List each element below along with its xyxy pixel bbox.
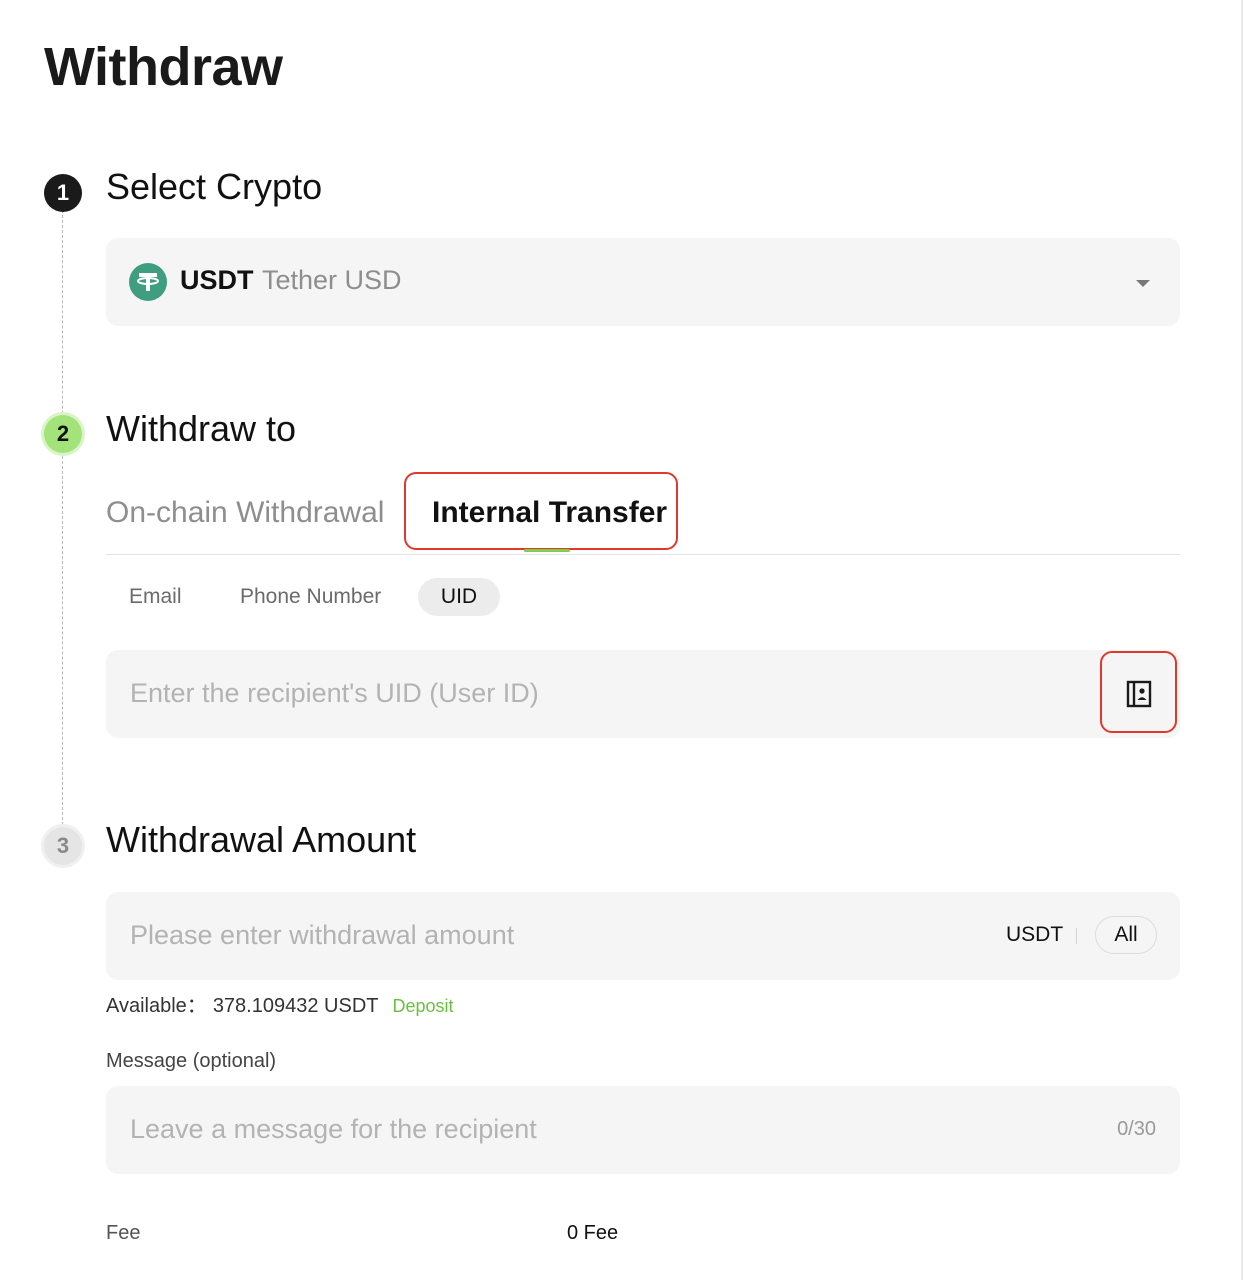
subtab-uid[interactable]: UID: [418, 578, 500, 616]
fee-label: Fee: [106, 1222, 141, 1244]
step-1-title: Select Crypto: [106, 166, 323, 207]
available-label: Available：: [106, 995, 207, 1017]
tab-internal-transfer[interactable]: Internal Transfer: [432, 496, 667, 530]
step-2-indicator: 2: [44, 415, 82, 453]
step-connector-line: [62, 210, 63, 825]
step-2-title: Withdraw to: [106, 408, 297, 449]
message-char-count: 0/30: [1117, 1118, 1156, 1140]
recipient-uid-input[interactable]: Enter the recipient's UID (User ID): [106, 650, 1180, 738]
withdrawal-amount-input[interactable]: Please enter withdrawal amount USDT All: [106, 892, 1180, 980]
page-title: Withdraw: [44, 37, 283, 97]
available-value: 378.109432 USDT: [212, 995, 379, 1017]
message-input[interactable]: Leave a message for the recipient 0/30: [106, 1086, 1180, 1174]
chevron-down-icon: [1136, 280, 1150, 287]
step-1-indicator: 1: [44, 174, 82, 212]
tether-icon: [129, 263, 167, 301]
active-tab-indicator: [524, 549, 570, 552]
withdraw-page: Withdraw 1 Select Crypto USDT Tether USD…: [0, 0, 1243, 1280]
crypto-symbol: USDT: [180, 265, 254, 295]
deposit-link[interactable]: Deposit: [392, 996, 453, 1017]
subtab-phone-number[interactable]: Phone Number: [240, 578, 381, 616]
step-3-title: Withdrawal Amount: [106, 819, 417, 860]
message-placeholder: Leave a message for the recipient: [130, 1114, 537, 1144]
divider: [1076, 928, 1077, 944]
withdraw-method-tabs: On-chain Withdrawal Internal Transfer: [106, 470, 1180, 555]
subtab-email[interactable]: Email: [129, 578, 182, 616]
amount-placeholder: Please enter withdrawal amount: [130, 920, 515, 950]
address-book-button[interactable]: [1100, 651, 1177, 733]
amount-unit: USDT: [1006, 923, 1064, 946]
message-label: Message (optional): [106, 1050, 277, 1072]
crypto-select-dropdown[interactable]: USDT Tether USD: [106, 238, 1180, 326]
fee-value: 0 Fee: [567, 1222, 619, 1244]
all-button[interactable]: All: [1095, 916, 1157, 954]
step-3-indicator: 3: [44, 827, 82, 865]
crypto-name: Tether USD: [262, 265, 402, 295]
available-balance: Available： 378.109432 USDT Deposit: [106, 989, 454, 1018]
recipient-uid-placeholder: Enter the recipient's UID (User ID): [130, 678, 539, 708]
address-book-icon: [1126, 680, 1152, 708]
tab-on-chain-withdrawal[interactable]: On-chain Withdrawal: [106, 496, 384, 530]
